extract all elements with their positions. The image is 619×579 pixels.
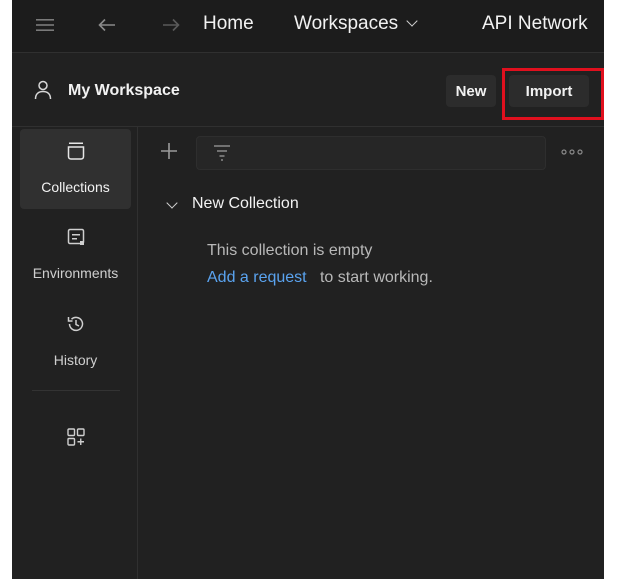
add-request-link[interactable]: Add a request: [207, 269, 307, 286]
workspace-header: My Workspace New Import: [12, 53, 604, 127]
forward-arrow-icon[interactable]: [160, 14, 182, 36]
sidebar-item-label: Environments: [32, 265, 119, 281]
sidebar: Collections Environments History: [12, 127, 137, 579]
add-request-suffix-text: to start working.: [319, 269, 433, 286]
add-request-line: Add a request to start working.: [207, 269, 433, 287]
filter-input[interactable]: [196, 136, 546, 170]
nav-home[interactable]: Home: [203, 13, 254, 35]
nav-workspaces[interactable]: Workspaces: [294, 13, 418, 35]
nav-workspaces-label: Workspaces: [294, 13, 399, 34]
chevron-down-icon: [406, 15, 418, 27]
filter-icon: [213, 144, 231, 162]
history-icon: [66, 314, 86, 334]
chevron-down-icon[interactable]: [166, 197, 178, 209]
back-arrow-icon[interactable]: [96, 14, 118, 36]
menu-icon[interactable]: [34, 14, 56, 36]
add-request-suffix: [311, 269, 320, 286]
environments-icon: [66, 227, 86, 247]
empty-message: This collection is empty: [207, 242, 373, 259]
sidebar-divider: [32, 390, 120, 391]
sidebar-item-label: History: [53, 352, 98, 368]
sidebar-item-environments[interactable]: Environments: [20, 215, 131, 295]
new-button[interactable]: New: [446, 75, 496, 107]
collection-name[interactable]: New Collection: [192, 195, 299, 213]
sidebar-item-collections[interactable]: Collections: [20, 129, 131, 209]
user-icon: [34, 80, 52, 100]
workspace-title[interactable]: My Workspace: [68, 82, 180, 100]
sidebar-item-label: Collections: [41, 179, 110, 195]
sidebar-item-history[interactable]: History: [20, 302, 131, 382]
import-button[interactable]: Import: [509, 75, 589, 107]
top-nav-bar: Home Workspaces API Network: [12, 0, 604, 52]
more-options-icon[interactable]: [558, 141, 586, 163]
collections-panel: New Collection This collection is empty …: [138, 127, 604, 579]
collections-icon: [66, 141, 86, 161]
plus-icon[interactable]: [158, 141, 180, 163]
add-widget-icon[interactable]: [66, 427, 86, 447]
nav-api-network[interactable]: API Network: [482, 13, 588, 35]
app-window: Home Workspaces API Network My Workspace…: [12, 0, 604, 579]
